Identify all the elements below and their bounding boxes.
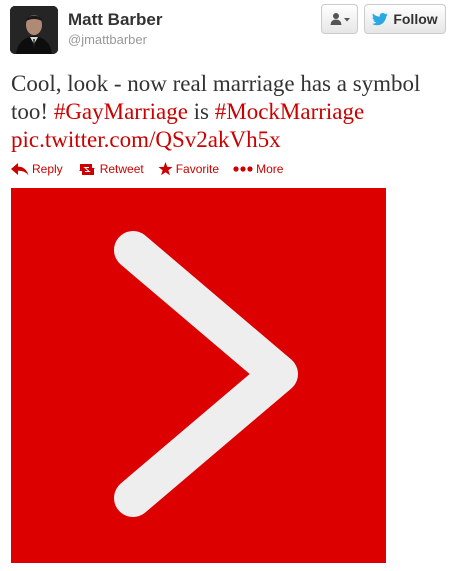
tweet-text: Cool, look - now real marriage has a sym… xyxy=(11,70,451,154)
user-dropdown-icon xyxy=(330,12,350,26)
twitter-bird-icon xyxy=(372,12,389,26)
reply-label: Reply xyxy=(32,162,63,176)
favorite-action[interactable]: Favorite xyxy=(158,162,219,176)
follow-button[interactable]: Follow xyxy=(364,4,446,34)
avatar[interactable] xyxy=(10,6,58,54)
hashtag-link-mockmarriage[interactable]: #MockMarriage xyxy=(215,99,364,124)
more-action[interactable]: More xyxy=(233,162,283,176)
avatar-image xyxy=(10,6,58,54)
reply-action[interactable]: Reply xyxy=(11,162,63,176)
tweet-actions: Reply Retweet Favorite More xyxy=(11,160,297,178)
retweet-label: Retweet xyxy=(99,162,144,176)
red-chevron-symbol-image xyxy=(11,188,386,563)
tweet-text-part-2: is xyxy=(187,99,215,124)
user-actions-dropdown-button[interactable] xyxy=(321,4,358,34)
hashtag-link-gaymarriage[interactable]: #GayMarriage xyxy=(54,99,188,124)
retweet-action[interactable]: Retweet xyxy=(77,162,144,176)
favorite-label: Favorite xyxy=(175,162,220,176)
user-handle[interactable]: @jmattbarber xyxy=(68,32,147,47)
star-icon xyxy=(158,162,173,176)
reply-arrow-icon xyxy=(11,162,29,176)
pic-link[interactable]: pic.twitter.com/QSv2akVh5x xyxy=(11,127,281,152)
user-name[interactable]: Matt Barber xyxy=(68,10,162,30)
more-label: More xyxy=(256,162,284,176)
follow-label: Follow xyxy=(393,11,438,27)
tweet-image[interactable] xyxy=(11,188,386,563)
retweet-icon xyxy=(77,163,97,176)
more-dots-icon xyxy=(233,166,253,172)
